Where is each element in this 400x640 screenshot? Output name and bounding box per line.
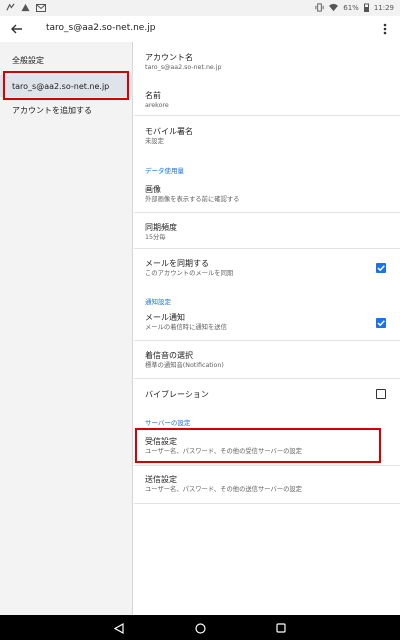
sidebar-item-add-account[interactable]: アカウントを追加する <box>0 100 133 120</box>
sidebar-item-label: アカウントを追加する <box>12 105 92 115</box>
setting-title: バイブレーション <box>145 390 209 399</box>
divider <box>134 248 400 249</box>
setting-title: メールを同期する <box>145 259 209 268</box>
setting-title: 着信音の選択 <box>145 351 193 360</box>
setting-title: アカウント名 <box>145 53 193 62</box>
setting-images[interactable]: 画像 外部画像を表示する前に確認する <box>134 184 400 204</box>
mail-notification-icon <box>36 3 46 12</box>
setting-value: ユーザー名、パスワード、その他の送信サーバーの設定 <box>145 486 302 493</box>
vibrate-icon <box>315 3 324 12</box>
sidebar-item-general-settings[interactable]: 全般設定 <box>0 50 133 70</box>
setting-outgoing-server[interactable]: 送信設定 ユーザー名、パスワード、その他の送信サーバーの設定 <box>134 474 400 494</box>
setting-title: 同期頻度 <box>145 223 177 232</box>
divider <box>134 212 400 213</box>
setting-account-name[interactable]: アカウント名 taro_s@aa2.so-net.ne.jp <box>134 52 400 72</box>
nav-back-icon[interactable] <box>112 621 126 635</box>
setting-mobile-signature[interactable]: モバイル署名 未設定 <box>134 126 400 146</box>
setting-title: 画像 <box>145 185 161 194</box>
battery-icon <box>363 3 369 12</box>
setting-value: 外部画像を表示する前に確認する <box>145 196 240 203</box>
app-bar: taro_s@aa2.so-net.ne.jp <box>0 16 400 42</box>
sidebar-item-label: 全般設定 <box>12 55 44 65</box>
divider <box>134 503 400 504</box>
setting-title: 送信設定 <box>145 475 177 484</box>
sync-mail-checkbox[interactable] <box>376 263 386 273</box>
nav-home-icon[interactable] <box>193 621 207 635</box>
account-highlight-frame <box>3 71 129 100</box>
divider <box>134 465 400 466</box>
setting-value: arekore <box>145 102 169 109</box>
section-header-notifications: 通知設定 <box>145 298 171 306</box>
setting-value: taro_s@aa2.so-net.ne.jp <box>145 64 222 71</box>
divider <box>134 378 400 379</box>
setting-sync-mail[interactable]: メールを同期する このアカウントのメールを同期 <box>134 258 400 278</box>
system-navigation-bar <box>0 615 400 640</box>
signal-sync-icon <box>6 3 15 12</box>
section-header-server: サーバーの設定 <box>145 419 191 427</box>
battery-percent: 61% <box>343 3 359 12</box>
wifi-icon <box>329 3 339 12</box>
setting-vibration[interactable]: バイブレーション <box>134 389 400 400</box>
setting-ringtone[interactable]: 着信音の選択 標準の通知音(Notification) <box>134 350 400 370</box>
divider <box>134 340 400 341</box>
setting-value: メールの着信時に通知を送信 <box>145 324 227 331</box>
section-header-data-usage: データ使用量 <box>145 167 184 175</box>
more-options-icon[interactable] <box>378 20 392 38</box>
setting-value: 15分毎 <box>145 234 166 241</box>
setting-title: メール通知 <box>145 313 185 322</box>
setting-title: 名前 <box>145 91 161 100</box>
clock-time: 11:29 <box>373 3 394 12</box>
setting-value: 未設定 <box>145 138 164 145</box>
setting-sync-frequency[interactable]: 同期頻度 15分毎 <box>134 222 400 242</box>
warning-icon <box>21 3 30 12</box>
vibration-checkbox[interactable] <box>376 389 386 399</box>
nav-recents-icon[interactable] <box>274 621 288 635</box>
setting-value: このアカウントのメールを同期 <box>145 270 234 277</box>
app-bar-title: taro_s@aa2.so-net.ne.jp <box>46 23 156 33</box>
setting-title: モバイル署名 <box>145 127 193 136</box>
setting-value: 標準の通知音(Notification) <box>145 362 224 369</box>
account-sidebar: 全般設定 taro_s@aa2.so-net.ne.jp アカウントを追加する <box>0 42 133 615</box>
divider <box>134 115 400 116</box>
back-arrow-icon[interactable] <box>8 20 26 38</box>
setting-name[interactable]: 名前 arekore <box>134 90 400 110</box>
settings-list: アカウント名 taro_s@aa2.so-net.ne.jp 名前 arekor… <box>134 42 400 615</box>
incoming-settings-highlight-frame <box>135 428 381 463</box>
setting-mail-notification[interactable]: メール通知 メールの着信時に通知を送信 <box>134 312 400 332</box>
status-bar: 61% 11:29 <box>0 0 400 16</box>
mail-notification-checkbox[interactable] <box>376 318 386 328</box>
